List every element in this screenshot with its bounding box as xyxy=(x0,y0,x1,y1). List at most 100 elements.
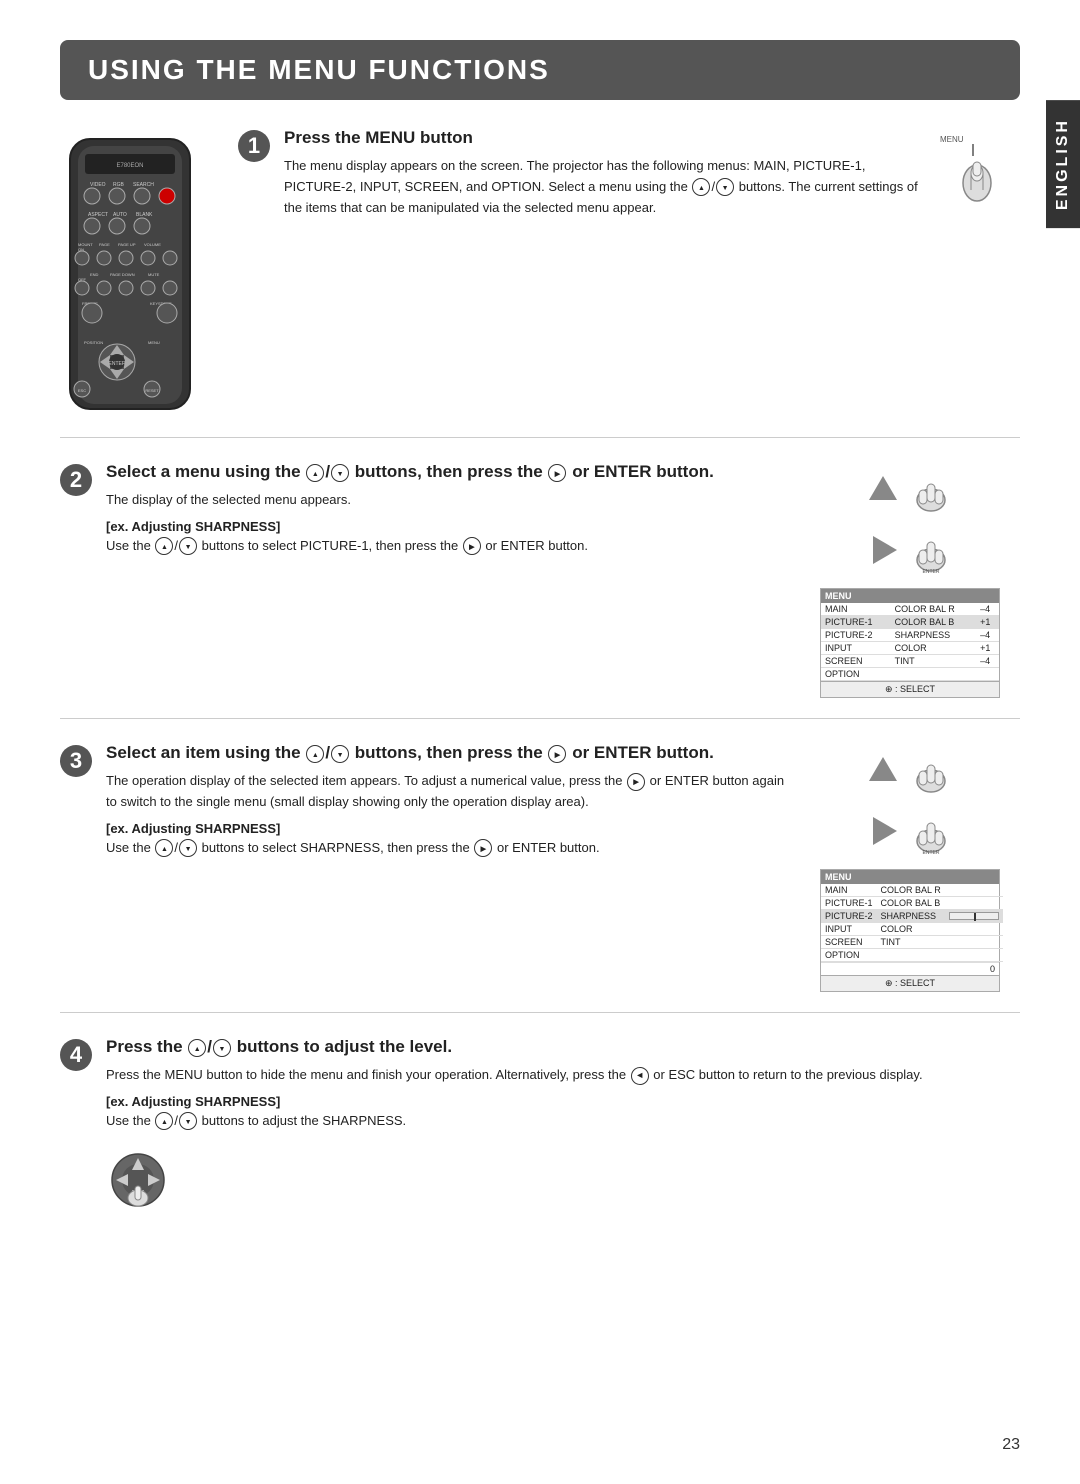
hand-icon-2a xyxy=(907,466,955,514)
arrow-icon-3b xyxy=(865,813,901,849)
table-cell xyxy=(945,897,1003,910)
svg-text:SEARCH: SEARCH xyxy=(133,182,154,188)
table-cell: INPUT xyxy=(821,923,877,936)
table-cell: COLOR BAL B xyxy=(891,616,976,629)
table-cell: COLOR BAL B xyxy=(877,897,945,910)
table-cell: +1 xyxy=(976,642,999,655)
page-title: USING THE MENU FUNCTIONS xyxy=(88,54,992,86)
remote-svg: E780EON VIDEO RGB SEARCH ASPECT AUTO BLA… xyxy=(60,134,200,414)
table-row: MAIN COLOR BAL R –4 xyxy=(821,603,999,616)
slider-value: 0 xyxy=(821,962,999,975)
step-number-4: 4 xyxy=(60,1039,92,1071)
svg-text:ASPECT: ASPECT xyxy=(88,212,108,218)
right-btn-2b xyxy=(463,537,481,555)
table-cell: SHARPNESS xyxy=(891,629,976,642)
right-btn-3c xyxy=(474,839,492,857)
step-2-diagrams: ENTER MENU MAIN COLOR BAL R xyxy=(800,462,1020,698)
step-2-text: Select a menu using the / buttons, then … xyxy=(106,462,790,698)
menu-button-icon: MENU xyxy=(935,128,1015,208)
slider-fill xyxy=(974,913,976,921)
svg-text:RGB: RGB xyxy=(113,182,125,188)
svg-text:PAGE DOWN: PAGE DOWN xyxy=(110,272,135,277)
table-cell: MAIN xyxy=(821,884,877,897)
title-banner: USING THE MENU FUNCTIONS xyxy=(60,40,1020,100)
menu-table-rows-3: MAIN COLOR BAL R PICTURE-1 COLOR BAL B xyxy=(821,884,1003,962)
table-cell: PICTURE-2 xyxy=(821,629,891,642)
table-cell: COLOR BAL R xyxy=(891,603,976,616)
step-2-body: Use the / buttons to select PICTURE-1, t… xyxy=(106,536,790,557)
table-row: OPTION xyxy=(821,668,999,681)
english-label: ENGLISH xyxy=(1054,118,1071,210)
table-cell xyxy=(945,910,1003,923)
up-btn-4 xyxy=(188,1039,206,1057)
step-number-3: 3 xyxy=(60,745,92,777)
up-btn-3 xyxy=(306,745,324,763)
step-1-content: 1 Press the MENU button The menu display… xyxy=(238,128,1020,226)
table-row: SCREEN TINT –4 xyxy=(821,655,999,668)
remote-control-image: E780EON VIDEO RGB SEARCH ASPECT AUTO BLA… xyxy=(60,134,220,417)
table-cell: PICTURE-1 xyxy=(821,897,877,910)
section-1: E780EON VIDEO RGB SEARCH ASPECT AUTO BLA… xyxy=(60,128,1020,438)
step-4-body: Press the MENU button to hide the menu a… xyxy=(106,1065,1020,1086)
table-row: SCREEN TINT xyxy=(821,936,1003,949)
step-3-text: Select an item using the / buttons, then… xyxy=(106,743,790,992)
table-cell: SCREEN xyxy=(821,936,877,949)
step-3-body2: Use the / buttons to select SHARPNESS, t… xyxy=(106,838,790,859)
down-btn-2 xyxy=(331,464,349,482)
svg-text:AUTO: AUTO xyxy=(113,212,127,218)
table-row: PICTURE-2 SHARPNESS –4 xyxy=(821,629,999,642)
hand-icon-3b: ENTER xyxy=(907,807,955,855)
up-btn-2 xyxy=(306,464,324,482)
table-cell: COLOR BAL R xyxy=(877,884,945,897)
table-cell: PICTURE-1 xyxy=(821,616,891,629)
down-btn-4 xyxy=(213,1039,231,1057)
menu-table-rows: MAIN COLOR BAL R –4 PICTURE-1 COLOR BAL … xyxy=(821,603,999,681)
page-number: 23 xyxy=(1002,1436,1020,1454)
table-cell: OPTION xyxy=(821,668,891,681)
table-cell: –4 xyxy=(976,629,999,642)
menu-table-footer-3: ⊕ : SELECT xyxy=(821,975,999,991)
table-cell xyxy=(945,884,1003,897)
right-btn-3b xyxy=(627,773,645,791)
section-4: 4 Press the / buttons to adjust the leve… xyxy=(60,1037,1020,1232)
hand-icon-4 xyxy=(106,1148,170,1212)
menu-table-title-3: MENU xyxy=(821,870,999,884)
step-2-heading: Select a menu using the / buttons, then … xyxy=(106,462,790,482)
svg-text:BLANK: BLANK xyxy=(136,212,153,218)
table-cell: OPTION xyxy=(821,949,877,962)
step-4-ex: [ex. Adjusting SHARPNESS] xyxy=(106,1094,1020,1109)
svg-text:MUTE: MUTE xyxy=(148,272,160,277)
svg-text:MENU: MENU xyxy=(940,135,964,144)
up-btn-icon xyxy=(692,178,710,196)
table-cell: SHARPNESS xyxy=(877,910,945,923)
step-3-heading: Select an item using the / buttons, then… xyxy=(106,743,790,763)
table-row: INPUT COLOR xyxy=(821,923,1003,936)
down-btn-2b xyxy=(179,537,197,555)
svg-text:PAGE UP: PAGE UP xyxy=(118,242,136,247)
svg-text:MENU: MENU xyxy=(148,340,160,345)
up-btn-2b xyxy=(155,537,173,555)
section-3: 3 Select an item using the / buttons, th… xyxy=(60,743,1020,1013)
slider-cell xyxy=(949,912,999,920)
table-cell: COLOR xyxy=(877,923,945,936)
right-btn-2 xyxy=(548,464,566,482)
up-btn-4b xyxy=(155,1112,173,1130)
table-row: MAIN COLOR BAL R xyxy=(821,884,1003,897)
hand-icon-2b: ENTER xyxy=(907,526,955,574)
table-cell xyxy=(945,936,1003,949)
table-cell xyxy=(976,668,999,681)
table-cell: INPUT xyxy=(821,642,891,655)
table-cell xyxy=(945,923,1003,936)
menu-table-step3: MENU MAIN COLOR BAL R PICTURE-1 xyxy=(820,869,1000,992)
diagram-row-2b: ENTER xyxy=(865,526,955,574)
table-cell: –4 xyxy=(976,655,999,668)
left-btn-4: ◄ xyxy=(631,1067,649,1085)
table-row-selected: PICTURE-1 COLOR BAL B +1 xyxy=(821,616,999,629)
step-4-heading: Press the / buttons to adjust the level. xyxy=(106,1037,1020,1057)
table-cell: +1 xyxy=(976,616,999,629)
table-cell: TINT xyxy=(891,655,976,668)
up-btn-3c xyxy=(155,839,173,857)
step-4-body2: Use the / buttons to adjust the SHARPNES… xyxy=(106,1111,1020,1132)
table-row: OPTION xyxy=(821,949,1003,962)
english-sidebar: ENGLISH xyxy=(1046,100,1080,228)
